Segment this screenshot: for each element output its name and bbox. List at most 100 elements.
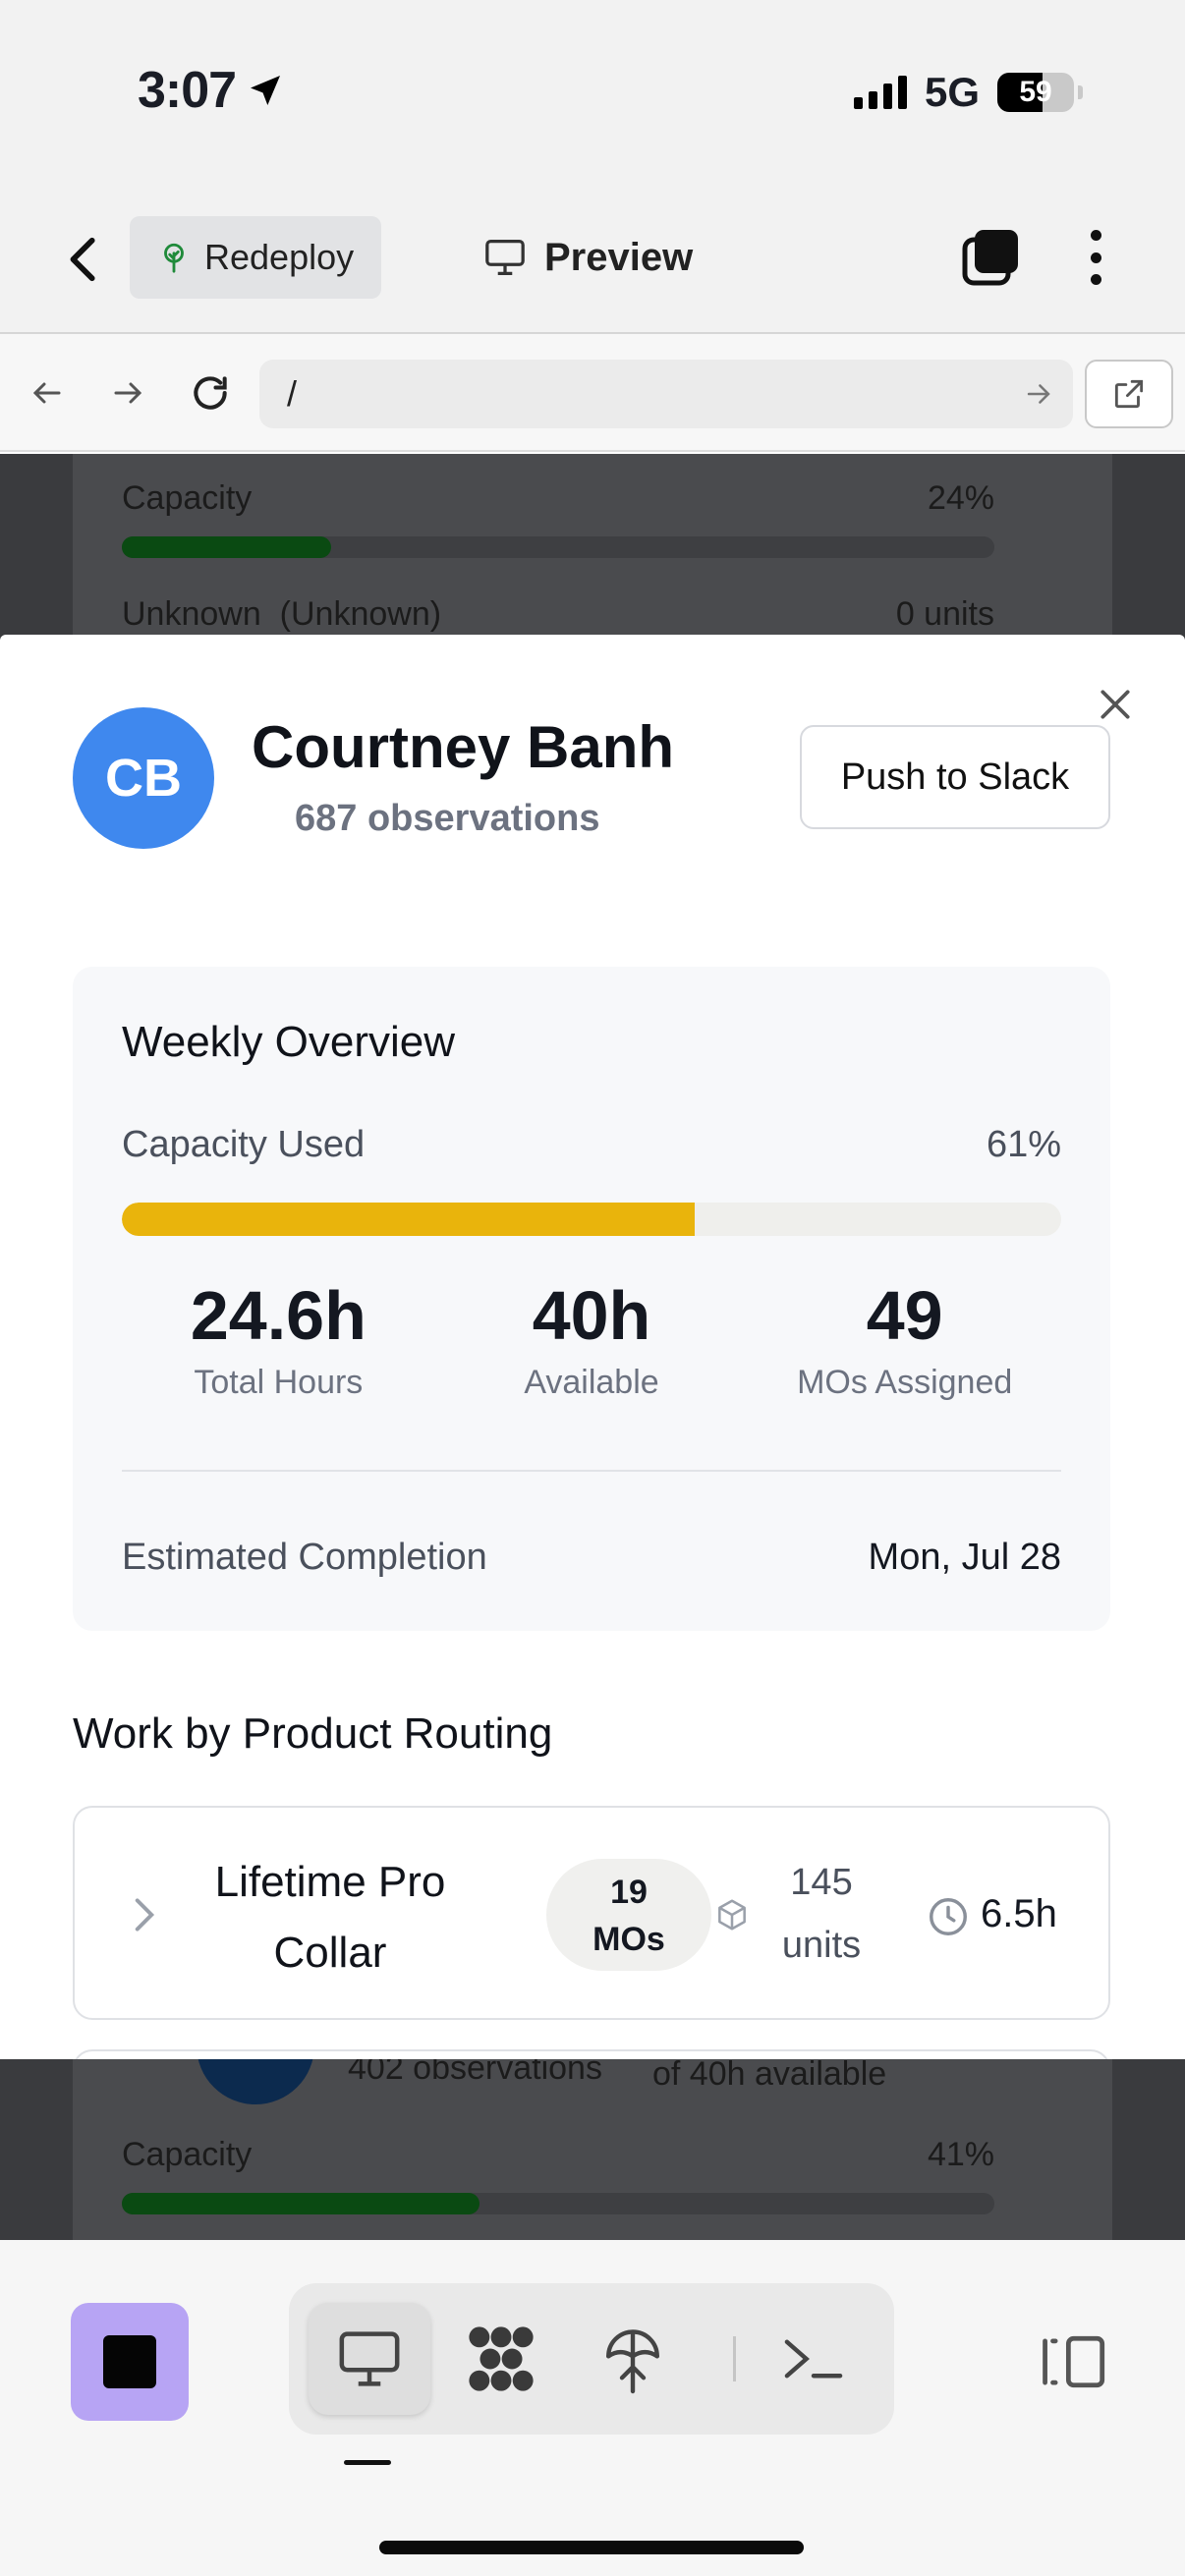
estimated-completion-label: Estimated Completion xyxy=(122,1537,487,1578)
browser-nav-bar: / xyxy=(0,334,1185,452)
battery-tip xyxy=(1078,85,1083,99)
go-arrow-icon[interactable] xyxy=(1022,375,1055,413)
bg-unknown-label-group: Unknown (Unknown) xyxy=(122,595,441,634)
bg-capacity-row: Capacity 24% xyxy=(122,479,994,518)
observation-count: 687 observations xyxy=(295,798,600,839)
view-switcher xyxy=(289,2283,894,2435)
stat-label: MOs Assigned xyxy=(797,1364,1013,1401)
chevron-right-icon[interactable] xyxy=(130,1898,159,1932)
stats-row: 24.6h Total Hours 40h Available 49 MOs A… xyxy=(122,1271,1061,1419)
url-text: / xyxy=(287,373,298,414)
units-count: 145 units xyxy=(762,1851,880,1977)
push-to-slack-button[interactable]: Push to Slack xyxy=(800,725,1110,829)
status-time: 3:07 xyxy=(138,61,285,120)
user-detail-modal: CB Courtney Banh 687 observations Push t… xyxy=(0,635,1185,2059)
open-external-button[interactable] xyxy=(1085,360,1173,428)
nodes-icon xyxy=(469,2326,534,2391)
bg-capacity-fill-2 xyxy=(122,2193,480,2214)
bg-available: of 40h available xyxy=(652,2055,887,2093)
tabs-icon xyxy=(962,230,1018,286)
preview-view-button[interactable] xyxy=(309,2303,430,2415)
capacity-progress-fill xyxy=(122,1203,696,1236)
routing-section-title: Work by Product Routing xyxy=(73,1709,553,1758)
bg-capacity-value: 24% xyxy=(927,479,994,517)
side-panel-button[interactable] xyxy=(1012,2303,1130,2421)
bg-capacity-label-2: Capacity xyxy=(122,2136,253,2173)
stop-icon xyxy=(103,2335,156,2388)
chevron-left-icon xyxy=(70,237,95,282)
units-value: 145 xyxy=(790,1862,853,1903)
redeploy-button[interactable]: Redeploy xyxy=(130,216,382,299)
bg-capacity-value-2: 41% xyxy=(927,2136,994,2173)
capacity-used-label: Capacity Used xyxy=(122,1124,366,1165)
weekly-overview-card: Weekly Overview Capacity Used 61% 24.6h … xyxy=(73,967,1110,1631)
sidebar-toggle-icon xyxy=(1043,2335,1105,2388)
capacity-used-value: 61% xyxy=(986,1124,1061,1165)
routing-name: Lifetime Pro Collar xyxy=(214,1858,446,1977)
stat-value: 24.6h xyxy=(190,1277,367,1354)
external-link-icon xyxy=(1114,379,1144,409)
bg-unknown-label: Unknown xyxy=(122,595,261,633)
app-toolbar: Redeploy Preview xyxy=(0,187,1185,334)
active-tab-indicator xyxy=(344,2460,391,2465)
monitor-icon xyxy=(485,239,525,275)
stat-value: 49 xyxy=(866,1277,943,1354)
network-type: 5G xyxy=(924,69,980,115)
location-arrow-icon xyxy=(251,76,281,105)
status-indicators: 5G 59 xyxy=(853,69,1083,116)
more-options-button[interactable] xyxy=(1071,226,1120,289)
estimated-completion-value: Mon, Jul 28 xyxy=(868,1537,1061,1578)
reload-icon xyxy=(194,376,227,410)
time-text: 3:07 xyxy=(138,62,237,119)
redeploy-label: Redeploy xyxy=(204,237,355,277)
capacity-progress-bar xyxy=(122,1203,1061,1236)
mo-count-badge: 19 MOs xyxy=(546,1859,711,1971)
status-bar: 3:07 5G 59 xyxy=(0,0,1185,187)
units-label: units xyxy=(781,1925,862,1966)
nav-forward-button[interactable] xyxy=(98,364,157,422)
arrow-right-icon xyxy=(114,382,142,404)
package-icon xyxy=(718,1899,746,1931)
bg-capacity-bar xyxy=(122,536,994,558)
reload-button[interactable] xyxy=(181,364,240,422)
arrow-left-icon xyxy=(32,382,61,404)
nav-back-button[interactable] xyxy=(18,364,77,422)
preview-tab[interactable]: Preview xyxy=(483,222,693,293)
stop-button[interactable] xyxy=(71,2303,189,2421)
stat-label: Available xyxy=(524,1364,659,1401)
battery-icon: 59 xyxy=(997,73,1074,112)
bg-capacity-bar-2 xyxy=(122,2193,994,2214)
tabs-button[interactable] xyxy=(959,226,1022,289)
divider xyxy=(122,1470,1061,1472)
mo-count: 19 xyxy=(610,1874,648,1911)
mo-unit: MOs xyxy=(592,1921,665,1958)
bg-capacity-fill xyxy=(122,536,332,558)
user-name: Courtney Banh xyxy=(252,714,675,780)
routing-row-next[interactable] xyxy=(73,2049,1110,2059)
battery-level: 59 xyxy=(1019,76,1052,108)
deploy-view-button[interactable] xyxy=(572,2303,694,2415)
routing-row[interactable]: Lifetime Pro Collar 19 MOs 145 units 6.5… xyxy=(73,1806,1110,2020)
bg-capacity-row-2: Capacity 41% xyxy=(122,2136,994,2174)
url-input[interactable]: / xyxy=(259,360,1073,428)
deploy-tree-icon xyxy=(164,243,184,273)
cellular-signal-icon xyxy=(853,76,907,109)
console-view-button[interactable] xyxy=(753,2303,875,2415)
terminal-icon xyxy=(784,2339,843,2379)
weekly-overview-title: Weekly Overview xyxy=(122,1018,456,1066)
bg-unknown-sub: (Unknown) xyxy=(279,595,442,633)
home-indicator xyxy=(379,2541,804,2554)
preview-label: Preview xyxy=(544,235,694,279)
stat-total-hours: 24.6h Total Hours xyxy=(122,1271,435,1419)
avatar: CB xyxy=(73,707,214,849)
workflow-view-button[interactable] xyxy=(440,2303,562,2415)
routing-hours: 6.5h xyxy=(981,1892,1057,1935)
segment-divider xyxy=(733,2336,736,2381)
close-icon[interactable] xyxy=(1097,686,1134,723)
back-button[interactable] xyxy=(55,230,114,289)
bg-unknown-value: 0 units xyxy=(895,595,994,633)
bottom-dock xyxy=(0,2240,1185,2576)
stat-available: 40h Available xyxy=(435,1271,749,1419)
stat-mos-assigned: 49 MOs Assigned xyxy=(748,1271,1061,1419)
monitor-icon xyxy=(339,2331,400,2386)
